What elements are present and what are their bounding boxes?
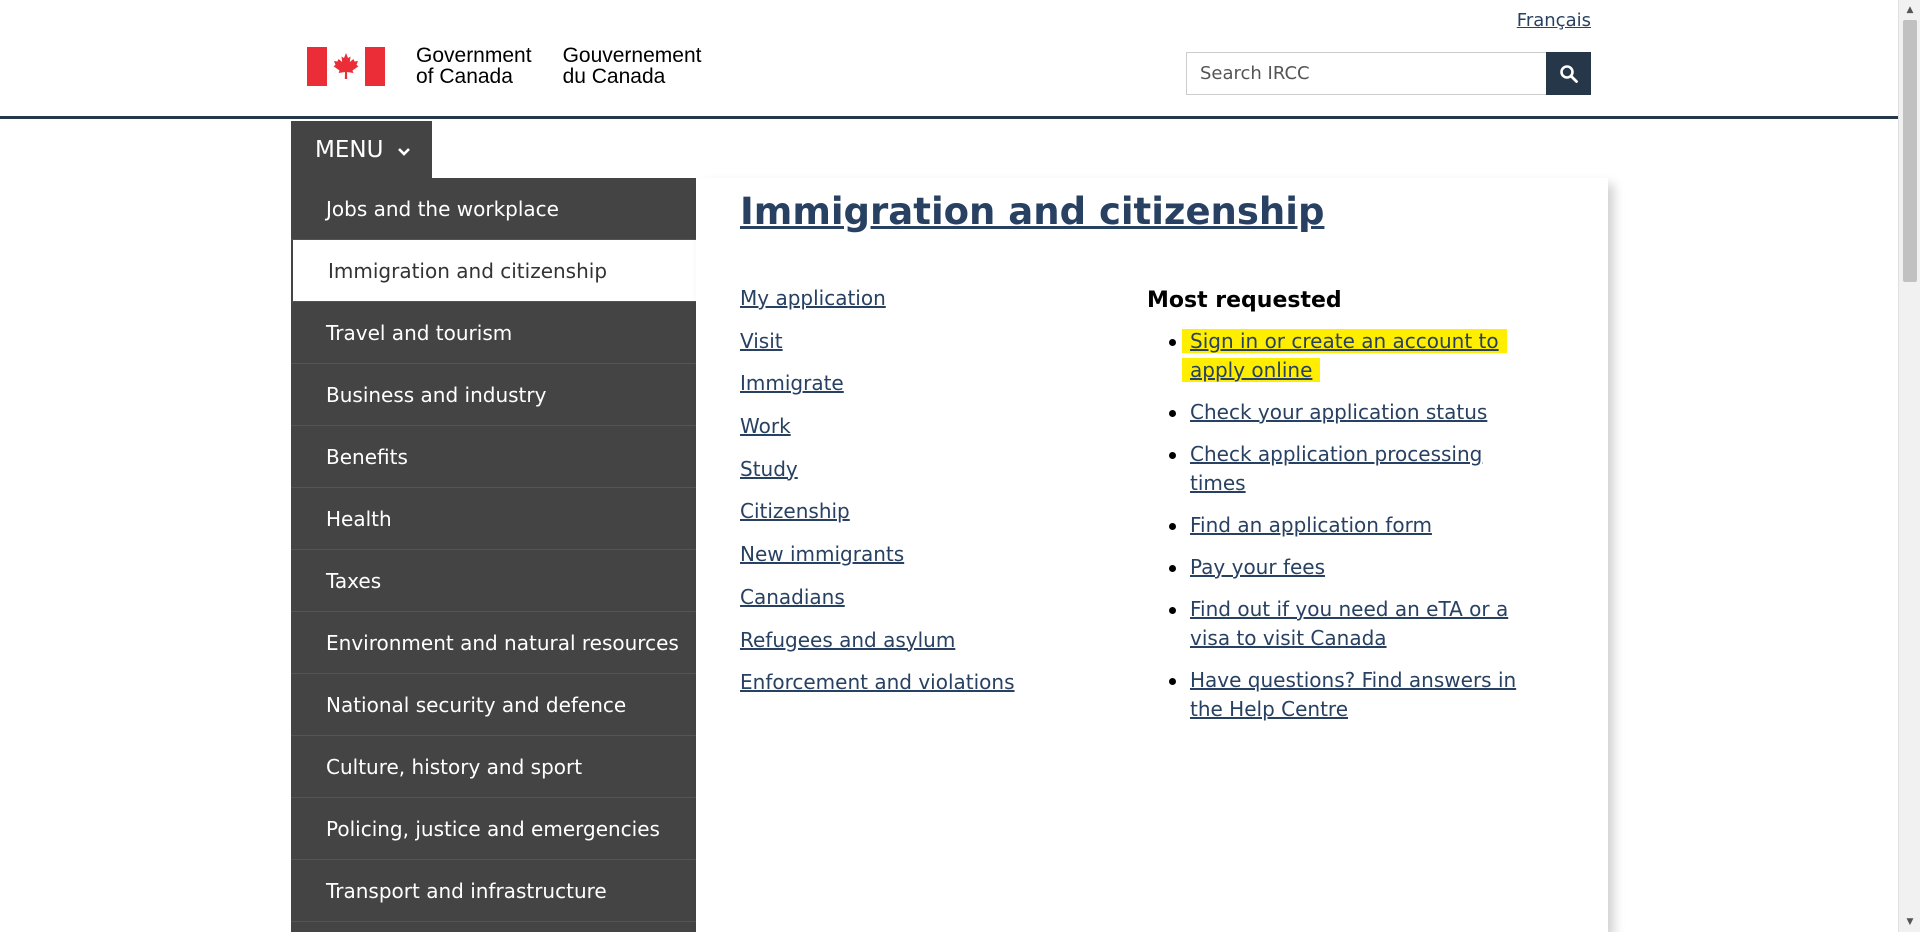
panel-title-link[interactable]: Immigration and citizenship (740, 190, 1324, 233)
sidebar-item-business[interactable]: Business and industry (291, 364, 696, 426)
list-item: Find out if you need an eTA or a visa to… (1147, 595, 1517, 653)
sidebar-item-immigration[interactable]: Immigration and citizenship (291, 240, 696, 302)
link-enforcement[interactable]: Enforcement and violations (740, 670, 1015, 713)
link-immigrate[interactable]: Immigrate (740, 371, 1015, 414)
menu-button[interactable]: MENU (291, 121, 432, 178)
list-item: Pay your fees (1147, 553, 1517, 582)
sidebar-item-environment[interactable]: Environment and natural resources (291, 612, 696, 674)
most-requested-list: Sign in or create an account to apply on… (1147, 327, 1517, 724)
most-requested-heading: Most requested (1147, 288, 1342, 313)
sidebar-item-benefits[interactable]: Benefits (291, 426, 696, 488)
list-item: Find an application form (1147, 511, 1517, 540)
sidebar-item-taxes[interactable]: Taxes (291, 550, 696, 612)
link-help-centre[interactable]: Have questions? Find answers in the Help… (1190, 668, 1516, 721)
government-signature[interactable]: Government of Canada Gouvernement du Can… (307, 45, 701, 87)
sidebar-item-policing[interactable]: Policing, justice and emergencies (291, 798, 696, 860)
link-refugees[interactable]: Refugees and asylum (740, 628, 1015, 671)
link-pay-fees[interactable]: Pay your fees (1190, 555, 1325, 579)
link-new-immigrants[interactable]: New immigrants (740, 542, 1015, 585)
menu-sidebar: Jobs and the workplace Immigration and c… (291, 178, 696, 932)
link-processing-times[interactable]: Check application processing times (1190, 442, 1482, 495)
link-citizenship[interactable]: Citizenship (740, 499, 1015, 542)
sidebar-item-transport[interactable]: Transport and infrastructure (291, 860, 696, 922)
link-check-status[interactable]: Check your application status (1190, 400, 1487, 424)
sidebar-item-security[interactable]: National security and defence (291, 674, 696, 736)
menu-content-panel: Immigration and citizenship My applicati… (696, 178, 1608, 932)
sidebar-item-culture[interactable]: Culture, history and sport (291, 736, 696, 798)
list-item: Check your application status (1147, 398, 1517, 427)
chevron-down-icon (397, 137, 411, 163)
scroll-up-arrow-icon[interactable]: ▲ (1899, 0, 1920, 20)
link-my-application[interactable]: My application (740, 286, 1015, 329)
menu-label: MENU (315, 136, 384, 163)
link-work[interactable]: Work (740, 414, 1015, 457)
page-scrollbar[interactable]: ▲ ▼ (1898, 0, 1920, 932)
sidebar-item-travel[interactable]: Travel and tourism (291, 302, 696, 364)
search-form (1186, 52, 1591, 95)
site-header: Français Government of Canada Gouverneme… (0, 0, 1898, 119)
maple-leaf-icon (333, 53, 359, 79)
sidebar-item-health[interactable]: Health (291, 488, 696, 550)
list-item: Have questions? Find answers in the Help… (1147, 666, 1517, 724)
gov-name-french: Gouvernement du Canada (562, 44, 702, 88)
language-toggle-link[interactable]: Français (1517, 10, 1591, 31)
topic-links: My application Visit Immigrate Work Stud… (740, 286, 1015, 713)
search-button[interactable] (1546, 52, 1591, 95)
most-requested-section: Most requested Sign in or create an acco… (1147, 288, 1517, 737)
link-canadians[interactable]: Canadians (740, 585, 1015, 628)
scroll-thumb[interactable] (1903, 20, 1917, 282)
gov-name-english: Government of Canada (416, 44, 532, 88)
search-input[interactable] (1186, 52, 1546, 95)
scroll-down-arrow-icon[interactable]: ▼ (1899, 912, 1920, 932)
list-item: Sign in or create an account to apply on… (1147, 327, 1517, 385)
search-icon (1559, 64, 1578, 83)
link-visit[interactable]: Visit (740, 329, 1015, 372)
canada-flag-icon (307, 46, 385, 86)
sidebar-item-jobs[interactable]: Jobs and the workplace (291, 178, 696, 240)
link-application-form[interactable]: Find an application form (1190, 513, 1432, 537)
link-eta-visa[interactable]: Find out if you need an eTA or a visa to… (1190, 597, 1508, 650)
link-study[interactable]: Study (740, 457, 1015, 500)
list-item: Check application processing times (1147, 440, 1517, 498)
link-sign-in[interactable]: Sign in or create an account to apply on… (1182, 329, 1507, 382)
